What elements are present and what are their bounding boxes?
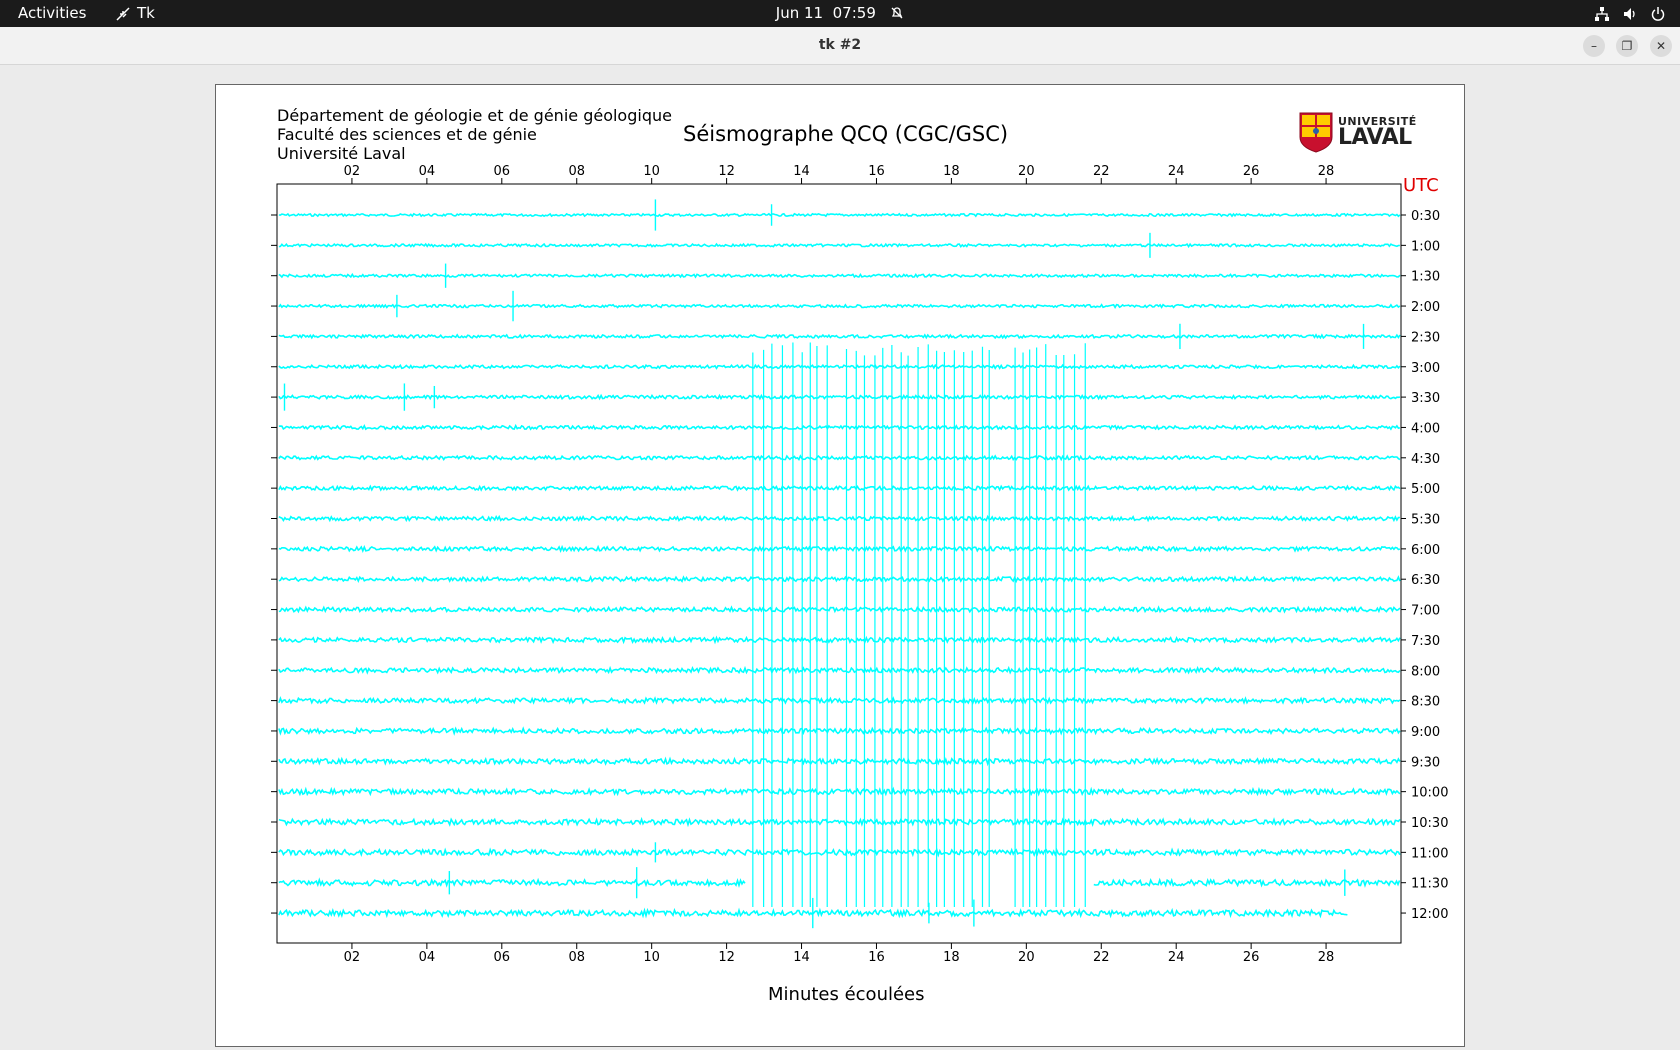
x-tick-label-bottom: 06 xyxy=(494,950,511,965)
seismic-trace xyxy=(278,786,1401,797)
row-label: 0:30 xyxy=(1411,209,1440,224)
x-tick-label-bottom: 08 xyxy=(568,950,585,965)
row-label: 10:30 xyxy=(1411,816,1448,831)
row-label: 2:30 xyxy=(1411,330,1440,345)
seismic-trace xyxy=(1093,877,1401,888)
row-label: 1:30 xyxy=(1411,270,1440,285)
plot-frame xyxy=(276,183,1402,944)
row-label: 7:30 xyxy=(1411,634,1440,649)
x-tick-label-bottom: 20 xyxy=(1018,950,1035,965)
x-tick-label-top: 08 xyxy=(568,164,585,179)
x-tick-label-top: 20 xyxy=(1018,164,1035,179)
row-label: 4:30 xyxy=(1411,452,1440,467)
x-tick-label-top: 22 xyxy=(1093,164,1110,179)
seismic-trace xyxy=(278,665,1401,675)
row-label: 7:00 xyxy=(1411,604,1440,619)
row-label: 5:00 xyxy=(1411,482,1440,497)
row-label: 2:00 xyxy=(1411,300,1440,315)
seismic-trace xyxy=(278,877,746,888)
seismic-trace xyxy=(278,635,1401,645)
row-label: 5:30 xyxy=(1411,513,1440,528)
x-tick-label-top: 18 xyxy=(943,164,960,179)
x-tick-label-top: 10 xyxy=(643,164,660,179)
row-label: 9:00 xyxy=(1411,725,1440,740)
x-tick-label-top: 14 xyxy=(793,164,810,179)
row-label: 6:30 xyxy=(1411,573,1440,588)
seismogram-plot: 02 02 04 04 06 06 08 08 10 10 12 12 14 14 16 16 18 18 20 20… xyxy=(271,164,1448,965)
row-label: 6:00 xyxy=(1411,543,1440,558)
seismic-trace xyxy=(278,514,1400,523)
x-tick-label-bottom: 12 xyxy=(718,950,735,965)
row-label: 11:30 xyxy=(1411,877,1448,892)
seismic-trace xyxy=(278,605,1401,614)
seismic-trace xyxy=(278,333,1401,340)
row-label: 3:00 xyxy=(1411,361,1440,376)
seismic-trace xyxy=(278,393,1401,401)
seismic-trace xyxy=(278,756,1401,767)
x-tick-label-top: 06 xyxy=(494,164,511,179)
seismic-trace xyxy=(278,212,1401,218)
x-tick-label-bottom: 16 xyxy=(868,950,885,965)
row-label: 4:00 xyxy=(1411,421,1440,436)
x-tick-label-bottom: 14 xyxy=(793,950,810,965)
row-label: 9:30 xyxy=(1411,755,1440,770)
seismic-trace xyxy=(278,454,1401,462)
x-tick-label-bottom: 04 xyxy=(419,950,436,965)
seismic-trace xyxy=(278,544,1401,553)
seismic-trace xyxy=(278,847,1401,858)
row-label: 1:00 xyxy=(1411,239,1440,254)
row-label: 3:30 xyxy=(1411,391,1440,406)
seismic-trace xyxy=(278,695,1401,705)
x-tick-label-top: 28 xyxy=(1318,164,1335,179)
row-label: 8:30 xyxy=(1411,695,1440,710)
row-label: 10:00 xyxy=(1411,786,1448,801)
x-tick-label-bottom: 22 xyxy=(1093,950,1110,965)
seismic-trace xyxy=(278,423,1401,431)
seismic-trace xyxy=(278,303,1401,310)
x-tick-label-top: 16 xyxy=(868,164,885,179)
x-tick-label-bottom: 18 xyxy=(943,950,960,965)
x-tick-label-bottom: 24 xyxy=(1168,950,1185,965)
x-tick-label-bottom: 10 xyxy=(643,950,660,965)
row-label: 11:00 xyxy=(1411,846,1448,861)
x-tick-label-bottom: 02 xyxy=(344,950,361,965)
seismic-trace xyxy=(278,242,1400,249)
seismic-trace xyxy=(278,363,1401,370)
x-tick-label-top: 12 xyxy=(718,164,735,179)
row-label: 12:00 xyxy=(1411,907,1448,922)
seismic-trace xyxy=(278,575,1401,584)
x-tick-label-top: 26 xyxy=(1243,164,1260,179)
seismic-trace xyxy=(278,272,1401,279)
seismic-trace xyxy=(278,816,1401,828)
seismic-trace xyxy=(278,484,1401,492)
x-tick-label-bottom: 26 xyxy=(1243,950,1260,965)
row-label: 8:00 xyxy=(1411,664,1440,679)
x-tick-label-top: 24 xyxy=(1168,164,1185,179)
seismic-trace xyxy=(278,726,1401,736)
x-tick-label-bottom: 28 xyxy=(1318,950,1335,965)
x-tick-label-top: 02 xyxy=(344,164,361,179)
x-tick-label-top: 04 xyxy=(419,164,436,179)
